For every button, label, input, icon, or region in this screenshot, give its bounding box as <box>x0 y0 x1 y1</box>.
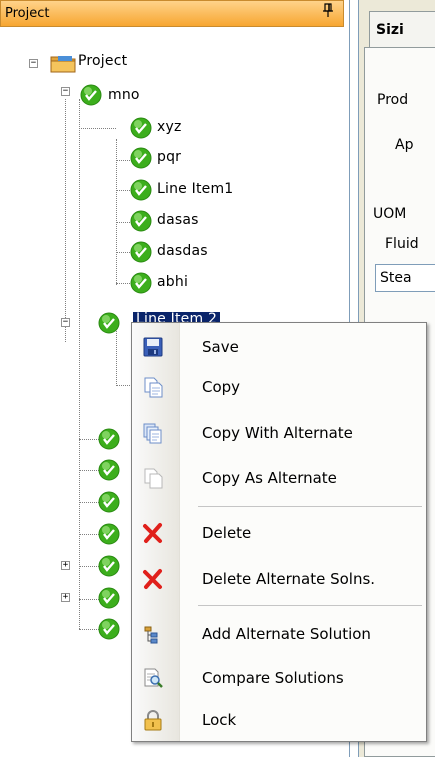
expand-expander[interactable]: + <box>61 561 70 570</box>
menu-item-save[interactable]: Save <box>134 331 424 363</box>
menu-item-label: Copy With Alternate <box>202 424 353 442</box>
check-circle-icon <box>130 147 152 169</box>
menu-item-delete[interactable]: Delete <box>134 517 424 549</box>
copy-as-alternate-icon <box>142 467 164 489</box>
check-circle-icon[interactable] <box>98 555 120 577</box>
menu-item-copy-as-alternate[interactable]: Copy As Alternate <box>134 462 424 494</box>
collapse-expander[interactable]: − <box>29 59 38 68</box>
tree-node-label: xyz <box>157 119 182 135</box>
field-label: UOM <box>373 206 407 222</box>
copy-icon <box>142 376 164 398</box>
menu-item-label: Copy <box>202 378 241 396</box>
menu-item-label: Lock <box>202 711 237 729</box>
context-menu: Save Copy Copy With Alternate Copy As Al… <box>131 322 427 742</box>
menu-item-copy[interactable]: Copy <box>134 371 424 403</box>
add-alternate-solution-icon <box>142 623 164 645</box>
menu-item-compare-solutions[interactable]: Compare Solutions <box>134 662 424 694</box>
check-circle-icon <box>130 241 152 263</box>
fluid-select[interactable]: Stea <box>375 264 435 292</box>
field-label: Ap <box>395 137 414 153</box>
menu-item-add-alternate-solution[interactable]: Add Alternate Solution <box>134 618 424 650</box>
menu-item-delete-alternate-solns[interactable]: Delete Alternate Solns. <box>134 563 424 595</box>
menu-item-label: Add Alternate Solution <box>202 625 371 643</box>
check-circle-icon <box>130 272 152 294</box>
check-circle-icon[interactable] <box>98 523 120 545</box>
expand-expander[interactable]: + <box>61 593 70 602</box>
tree-node-label: mno <box>108 87 140 103</box>
copy-with-alternate-icon <box>142 422 164 444</box>
compare-solutions-icon <box>142 667 164 689</box>
check-circle-icon <box>130 179 152 201</box>
menu-item-copy-with-alternate[interactable]: Copy With Alternate <box>134 417 424 449</box>
collapse-expander[interactable]: − <box>61 318 70 327</box>
tree-node-label: abhi <box>157 274 189 290</box>
check-circle-icon[interactable] <box>98 459 120 481</box>
tree-node-label: dasdas <box>157 243 208 259</box>
delete-alternate-icon <box>142 568 164 590</box>
check-circle-icon <box>80 84 102 106</box>
field-label: Fluid <box>385 236 419 252</box>
field-label: Prod <box>377 92 409 108</box>
check-circle-icon[interactable] <box>98 587 120 609</box>
menu-separator <box>198 605 422 606</box>
pin-icon[interactable] <box>323 1 333 25</box>
check-circle-icon[interactable] <box>98 618 120 640</box>
check-circle-icon <box>130 210 152 232</box>
menu-item-lock[interactable]: Lock <box>134 704 424 736</box>
lock-icon <box>142 709 164 731</box>
check-circle-icon <box>98 312 120 334</box>
delete-icon <box>142 522 164 544</box>
panel-title: Project <box>5 6 50 21</box>
menu-item-label: Delete Alternate Solns. <box>202 570 376 588</box>
tree-node-label: pqr <box>157 149 182 165</box>
project-panel-header: Project <box>0 0 344 27</box>
menu-separator <box>198 506 422 507</box>
tree-node-label: dasas <box>157 212 199 228</box>
check-circle-icon <box>130 117 152 139</box>
tab-sizing[interactable]: Sizi <box>369 11 435 47</box>
save-icon <box>142 336 164 358</box>
check-circle-icon[interactable] <box>98 428 120 450</box>
folder-icon <box>50 52 76 74</box>
tree-node-label: Project <box>78 53 128 69</box>
collapse-expander[interactable]: − <box>61 87 70 96</box>
check-circle-icon[interactable] <box>98 491 120 513</box>
menu-item-label: Copy As Alternate <box>202 469 337 487</box>
menu-item-label: Delete <box>202 524 252 542</box>
menu-item-label: Compare Solutions <box>202 669 344 687</box>
tree-node-label: Line Item1 <box>157 181 234 197</box>
menu-item-label: Save <box>202 338 239 356</box>
